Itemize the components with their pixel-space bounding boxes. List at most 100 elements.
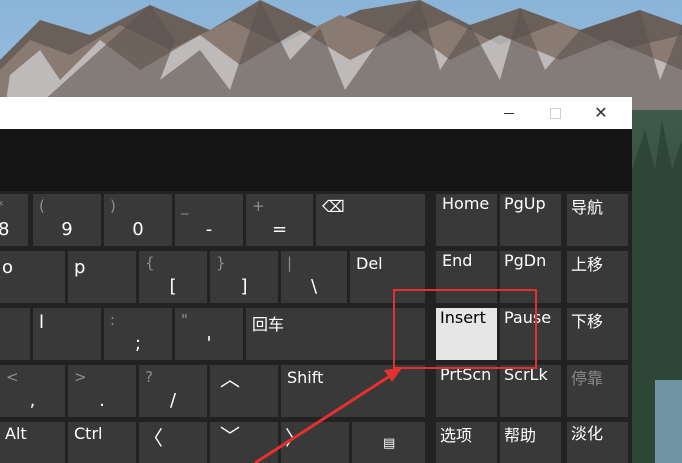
key-lbracket-shift: { [145, 254, 155, 272]
key-period-shift: > [74, 368, 87, 386]
key-alt[interactable]: Alt [0, 422, 65, 463]
key-0[interactable]: ) 0 [104, 194, 172, 246]
maximize-button[interactable] [532, 97, 578, 129]
key-enter[interactable]: 回车 [246, 308, 425, 360]
maximize-icon [549, 107, 561, 119]
on-screen-keyboard-window: ✕ * 8 ( 9 ) 0 _ - + = ⌫ o p { [ } ] | \ [0, 97, 632, 463]
key-rbracket[interactable]: } ] [210, 251, 278, 303]
key-pause[interactable]: Pause [500, 308, 561, 360]
key-l-label: l [39, 312, 45, 333]
key-arrow-up[interactable]: ︿ [210, 365, 278, 417]
key-comma-label: , [29, 390, 36, 411]
key-9-shift: ( [39, 197, 45, 215]
key-quote-shift: " [181, 311, 188, 329]
key-pgup-label: PgUp [504, 194, 546, 213]
window-titlebar[interactable]: ✕ [0, 97, 632, 129]
key-quote-label: ' [206, 333, 212, 354]
key-move-down[interactable]: 下移 [567, 308, 628, 360]
key-minus[interactable]: _ - [175, 194, 243, 246]
menu-icon: ▤ [383, 436, 396, 451]
key-backslash-shift: | [287, 254, 293, 272]
key-lbracket-label: [ [169, 276, 177, 297]
key-slash-shift: ? [145, 368, 153, 386]
minimize-button[interactable] [486, 97, 532, 129]
close-icon: ✕ [594, 103, 608, 122]
key-end-label: End [442, 251, 473, 270]
key-help-label: 帮助 [504, 426, 537, 445]
key-comma-shift: < [6, 368, 19, 386]
key-shift-right[interactable]: Shift [281, 365, 425, 417]
key-k[interactable] [0, 308, 30, 360]
key-pgdn[interactable]: PgDn [500, 251, 561, 303]
close-button[interactable]: ✕ [578, 97, 624, 129]
key-o-label: o [2, 257, 14, 278]
key-p-label: p [74, 257, 86, 278]
key-9[interactable]: ( 9 [33, 194, 101, 246]
key-semicolon-label: ; [134, 333, 142, 354]
key-help[interactable]: 帮助 [500, 422, 561, 463]
key-9-label: 9 [61, 219, 73, 240]
key-del-label: Del [356, 254, 383, 273]
minimize-icon [504, 112, 514, 114]
key-p[interactable]: p [68, 251, 136, 303]
key-8[interactable]: * 8 [0, 194, 28, 246]
key-arrow-down[interactable]: ﹀ [210, 422, 278, 463]
key-equal-shift: + [252, 197, 265, 215]
arrow-down-icon: ﹀ [220, 424, 240, 448]
key-home-label: Home [442, 194, 490, 213]
key-end[interactable]: End [436, 251, 497, 303]
key-home[interactable]: Home [436, 194, 497, 246]
key-equal[interactable]: + = [246, 194, 313, 246]
key-scrlk[interactable]: ScrLk [500, 365, 561, 417]
key-period[interactable]: > . [68, 365, 136, 417]
key-rbracket-label: ] [240, 276, 248, 297]
key-pgup[interactable]: PgUp [500, 194, 561, 246]
key-quote[interactable]: " ' [175, 308, 243, 360]
key-comma[interactable]: < , [0, 365, 65, 417]
backspace-icon: ⌫ [322, 197, 345, 216]
key-slash-label: / [169, 390, 177, 411]
key-l[interactable]: l [33, 308, 101, 360]
key-0-shift: ) [110, 197, 116, 215]
key-backspace[interactable]: ⌫ [316, 194, 425, 246]
key-del[interactable]: Del [350, 251, 425, 303]
key-slash[interactable]: ? / [139, 365, 207, 417]
key-arrow-left[interactable]: 〈 [139, 422, 207, 463]
key-minus-label: - [205, 219, 213, 240]
key-pgdn-label: PgDn [504, 251, 547, 270]
key-move-up[interactable]: 上移 [567, 251, 628, 303]
key-move-up-label: 上移 [571, 255, 604, 274]
key-prtscn[interactable]: PrtScn [436, 365, 497, 417]
key-options[interactable]: 选项 [436, 422, 497, 463]
keyboard-top-band [0, 129, 632, 191]
key-enter-label: 回车 [252, 315, 285, 334]
key-ctrl[interactable]: Ctrl [68, 422, 136, 463]
key-alt-label: Alt [5, 424, 27, 443]
key-period-label: . [99, 390, 105, 411]
key-dock[interactable]: 停靠 [567, 365, 628, 417]
key-arrow-right[interactable]: 〉 [281, 422, 349, 463]
key-0-label: 0 [132, 219, 144, 240]
key-semicolon-shift: : [110, 311, 116, 329]
key-8-label: 8 [0, 219, 10, 240]
key-fade[interactable]: 淡化 [567, 422, 628, 463]
key-prtscn-label: PrtScn [440, 365, 492, 384]
key-fade-label: 淡化 [571, 424, 604, 443]
key-pause-label: Pause [504, 308, 552, 327]
key-backslash[interactable]: | \ [281, 251, 347, 303]
key-insert[interactable]: Insert [436, 308, 497, 360]
key-insert-label: Insert [440, 308, 486, 327]
key-semicolon[interactable]: : ; [104, 308, 172, 360]
key-nav-label: 导航 [571, 198, 604, 217]
key-o[interactable]: o [0, 251, 65, 303]
arrow-left-icon: 〈 [143, 426, 163, 450]
key-nav[interactable]: 导航 [567, 194, 628, 246]
key-equal-label: = [271, 219, 288, 240]
key-lbracket[interactable]: { [ [139, 251, 207, 303]
key-options-label: 选项 [440, 426, 473, 445]
key-dock-label: 停靠 [571, 369, 604, 388]
key-menu[interactable]: ▤ [352, 422, 425, 463]
key-minus-shift: _ [181, 197, 189, 215]
key-ctrl-label: Ctrl [74, 424, 103, 443]
arrow-up-icon: ︿ [220, 367, 240, 391]
